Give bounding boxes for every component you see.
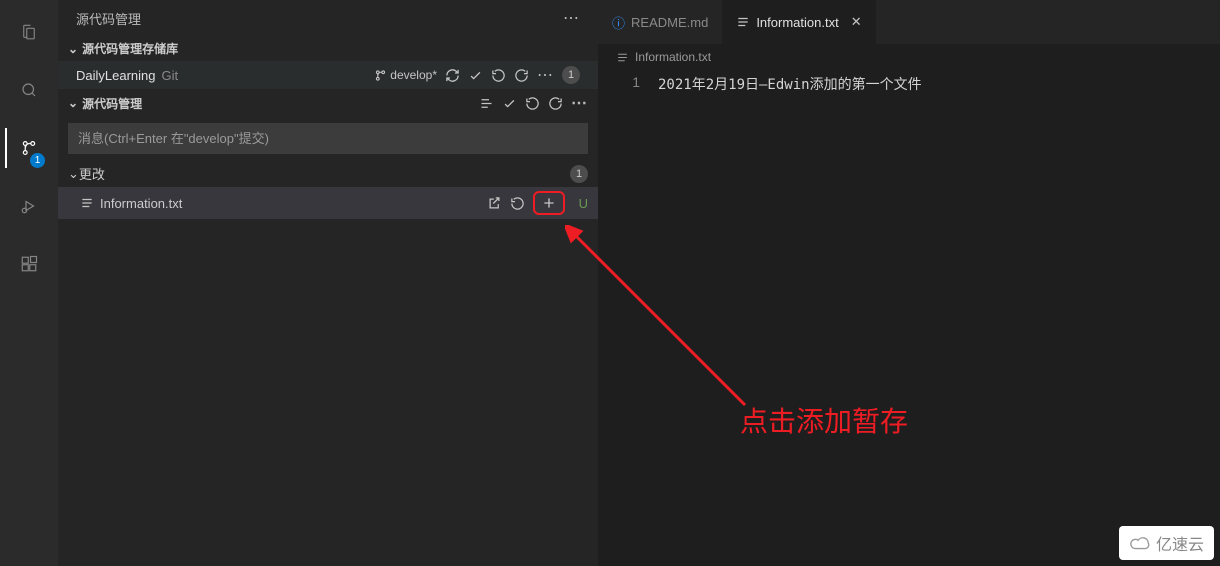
sidebar: 源代码管理 ⋯ ⌄ 源代码管理存储库 DailyLearning Git dev… — [58, 0, 598, 566]
tab-readme[interactable]: ⓘ README.md — [598, 0, 722, 44]
stage-button[interactable] — [533, 191, 565, 215]
changes-label: 更改 — [79, 164, 105, 183]
breadcrumb-label: Information.txt — [635, 50, 711, 64]
annotation-text: 点击添加暂存 — [740, 400, 908, 440]
file-lines-icon — [616, 51, 629, 64]
tabs: ⓘ README.md Information.txt ✕ — [598, 0, 1220, 44]
refresh-icon-2[interactable] — [548, 96, 563, 111]
more-icon[interactable]: ⋯ — [537, 65, 554, 85]
chevron-down-icon: ⌄ — [68, 96, 78, 110]
code-area[interactable]: 1 2021年2月19日—Edwin添加的第一个文件 — [598, 70, 1220, 98]
file-actions: U — [487, 191, 588, 215]
branch-indicator[interactable]: develop* — [374, 68, 437, 82]
refresh-icon[interactable] — [525, 96, 540, 111]
search-icon[interactable] — [5, 70, 53, 110]
scm-badge: 1 — [30, 153, 45, 168]
explorer-icon[interactable] — [5, 12, 53, 52]
tab-information[interactable]: Information.txt ✕ — [722, 0, 875, 44]
more-icon[interactable]: ⋯ — [563, 8, 580, 28]
chevron-down-icon: ⌄ — [68, 166, 79, 182]
refresh-icon[interactable] — [491, 68, 506, 83]
scm-section-header[interactable]: ⌄ 源代码管理 ⋯ — [58, 89, 598, 117]
repo-name: DailyLearning — [76, 68, 156, 83]
scm-section-label: 源代码管理 — [82, 95, 142, 112]
file-lines-icon — [736, 15, 750, 29]
scm-actions: ⋯ — [479, 93, 588, 113]
chevron-down-icon: ⌄ — [68, 42, 78, 56]
code-line: 2021年2月19日—Edwin添加的第一个文件 — [658, 74, 922, 94]
info-icon: ⓘ — [612, 13, 625, 32]
tab-label: Information.txt — [756, 15, 838, 30]
extensions-icon[interactable] — [5, 244, 53, 284]
repo-section-label: 源代码管理存储库 — [82, 40, 178, 57]
activity-bar: 1 — [0, 0, 58, 566]
tab-label: README.md — [631, 15, 708, 30]
file-lines-icon — [80, 196, 94, 210]
open-file-icon[interactable] — [487, 196, 502, 211]
repo-row[interactable]: DailyLearning Git develop* ⋯ 1 — [58, 61, 598, 89]
repo-count: 1 — [562, 66, 580, 84]
changes-count: 1 — [570, 165, 588, 183]
sync-icon[interactable] — [445, 68, 460, 83]
file-name: Information.txt — [100, 196, 182, 211]
line-number: 1 — [598, 74, 658, 94]
debug-icon[interactable] — [5, 186, 53, 226]
repo-actions: develop* ⋯ 1 — [374, 65, 580, 85]
repo-section-header[interactable]: ⌄ 源代码管理存储库 — [58, 36, 598, 61]
sidebar-title-row: 源代码管理 ⋯ — [58, 0, 598, 36]
file-row[interactable]: Information.txt U — [58, 187, 598, 219]
source-control-icon[interactable]: 1 — [5, 128, 53, 168]
repo-type: Git — [162, 68, 179, 83]
file-status: U — [579, 196, 588, 211]
branch-name: develop* — [390, 68, 437, 82]
commit-input[interactable] — [68, 123, 588, 154]
close-icon[interactable]: ✕ — [851, 14, 862, 30]
editor: ⓘ README.md Information.txt ✕ Informatio… — [598, 0, 1220, 566]
tree-icon[interactable] — [479, 96, 494, 111]
watermark-text: 亿速云 — [1156, 531, 1204, 555]
refresh-icon-2[interactable] — [514, 68, 529, 83]
commit-icon[interactable] — [468, 68, 483, 83]
changes-header[interactable]: ⌄ 更改 1 — [58, 160, 598, 187]
breadcrumb[interactable]: Information.txt — [598, 44, 1220, 70]
commit-icon[interactable] — [502, 96, 517, 111]
sidebar-title: 源代码管理 — [76, 9, 141, 28]
discard-icon[interactable] — [510, 196, 525, 211]
watermark: 亿速云 — [1119, 526, 1214, 560]
more-icon[interactable]: ⋯ — [571, 93, 588, 113]
